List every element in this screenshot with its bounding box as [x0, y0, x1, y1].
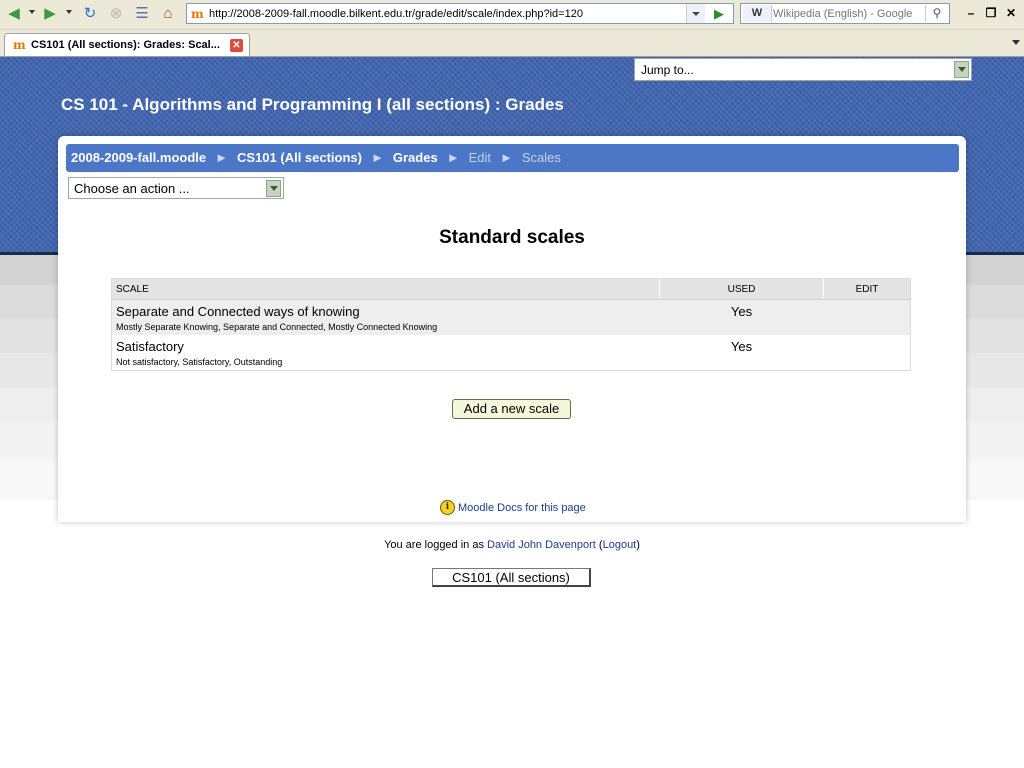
tab-list-dropdown-icon[interactable]	[1012, 40, 1020, 45]
search-engine-icon[interactable]: W	[743, 5, 772, 22]
column-header-scale: SCALE	[111, 278, 660, 300]
bookmarks-icon[interactable]: ☰	[132, 4, 152, 24]
table-header-row: SCALE USED EDIT	[111, 278, 911, 300]
tab-title: CS101 (All sections): Grades: Scal...	[31, 39, 220, 51]
logout-link[interactable]: Logout	[603, 539, 637, 551]
breadcrumb-course-link[interactable]: CS101 (All sections)	[237, 144, 362, 172]
browser-toolbar: ◀ ▶ ↻ ⊗ ☰ ⌂ m ▶ W ⚲ – ❐ ✕	[0, 0, 1024, 30]
scale-cell: Separate and Connected ways of knowing M…	[111, 299, 660, 335]
chevron-down-icon[interactable]	[954, 61, 969, 78]
stop-icon[interactable]: ⊗	[106, 4, 126, 24]
login-info: You are logged in as David John Davenpor…	[0, 539, 1024, 551]
action-select-value: Choose an action ...	[74, 181, 190, 196]
go-arrow-icon[interactable]: ▶	[708, 5, 730, 22]
course-title: CS 101 - Algorithms and Programming I (a…	[61, 95, 564, 114]
scale-items: Not satisfactory, Satisfactory, Outstand…	[116, 357, 283, 367]
breadcrumb-edit: Edit	[468, 150, 491, 165]
breadcrumb: 2008-2009-fall.moodle ► CS101 (All section…	[66, 144, 959, 172]
action-select[interactable]: Choose an action ...	[68, 177, 284, 199]
url-history-dropdown-icon[interactable]	[686, 4, 705, 23]
restore-icon[interactable]: ❐	[984, 6, 998, 20]
table-row: Separate and Connected ways of knowing M…	[111, 299, 911, 335]
moodle-docs: i Moodle Docs for this page	[440, 500, 586, 516]
jump-to-value: Jump to...	[641, 63, 694, 77]
scale-items: Mostly Separate Knowing, Separate and Co…	[116, 322, 438, 332]
breadcrumb-separator-icon: ►	[446, 150, 460, 165]
forward-arrow-icon[interactable]: ▶	[40, 4, 60, 24]
scale-edit-cell	[823, 335, 911, 371]
info-icon: i	[440, 500, 455, 516]
table-row: Satisfactory Not satisfactory, Satisfact…	[111, 335, 911, 371]
breadcrumb-grades-link[interactable]: Grades	[393, 144, 438, 172]
back-arrow-icon[interactable]: ◀	[4, 4, 24, 24]
scale-edit-cell	[823, 299, 911, 335]
address-bar[interactable]: m ▶	[186, 3, 734, 24]
url-input[interactable]	[209, 5, 689, 22]
course-home-button[interactable]: CS101 (All sections)	[432, 568, 591, 587]
login-prefix: You are logged in as	[384, 539, 488, 551]
jump-to-select[interactable]: Jump to...	[634, 58, 972, 81]
forward-history-dropdown-icon[interactable]	[66, 10, 72, 14]
add-new-scale-button[interactable]: Add a new scale	[452, 399, 571, 419]
search-input[interactable]	[773, 5, 923, 22]
chevron-down-icon[interactable]	[266, 180, 281, 197]
tab-close-icon[interactable]: ✕	[230, 39, 243, 52]
search-bar[interactable]: W ⚲	[740, 3, 950, 24]
reload-icon[interactable]: ↻	[80, 4, 100, 24]
column-header-edit: EDIT	[823, 278, 911, 300]
scale-used: Yes	[659, 335, 824, 371]
tab-favicon-icon: m	[13, 38, 26, 52]
browser-tab[interactable]: m CS101 (All sections): Grades: Scal... …	[4, 33, 250, 56]
breadcrumb-site-link[interactable]: 2008-2009-fall.moodle	[71, 144, 206, 172]
site-favicon-icon: m	[191, 7, 204, 21]
breadcrumb-separator-icon: ►	[371, 150, 384, 165]
breadcrumb-separator-icon: ►	[499, 150, 513, 165]
user-profile-link[interactable]: David John Davenport	[487, 539, 596, 551]
scale-name: Satisfactory	[116, 339, 184, 354]
moodle-docs-link[interactable]: Moodle Docs for this page	[458, 502, 586, 514]
scale-name: Separate and Connected ways of knowing	[116, 304, 360, 319]
column-header-used: USED	[659, 278, 824, 300]
back-history-dropdown-icon[interactable]	[29, 10, 35, 14]
tab-bar: m CS101 (All sections): Grades: Scal... …	[0, 30, 1024, 57]
breadcrumb-separator-icon: ►	[215, 150, 228, 165]
close-window-icon[interactable]: ✕	[1004, 6, 1018, 20]
login-paren-close: )	[636, 539, 640, 551]
home-icon[interactable]: ⌂	[158, 4, 178, 24]
magnifier-icon[interactable]: ⚲	[925, 5, 948, 22]
scale-used: Yes	[659, 299, 824, 335]
breadcrumb-scales: Scales	[521, 150, 561, 165]
login-paren-open: (	[595, 539, 603, 551]
minimize-icon[interactable]: –	[964, 6, 978, 20]
page-heading: Standard scales	[439, 227, 585, 248]
scale-cell: Satisfactory Not satisfactory, Satisfact…	[111, 335, 660, 371]
scales-table: SCALE USED EDIT Separate and Connected w…	[111, 278, 911, 371]
